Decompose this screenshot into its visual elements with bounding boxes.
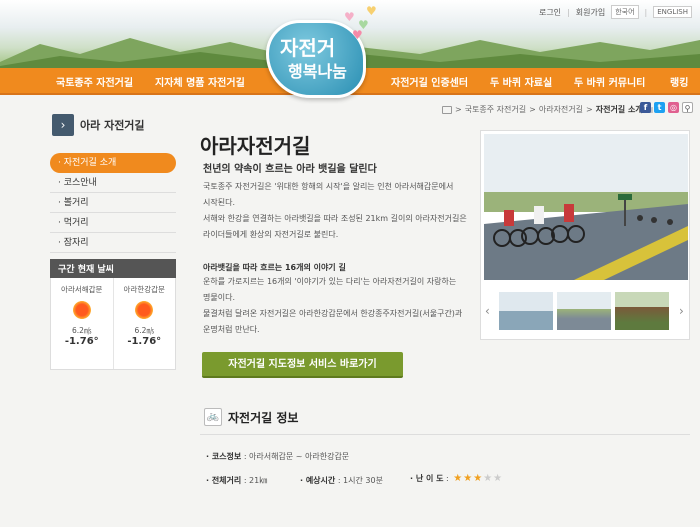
story-paragraph: 운하를 가로지르는 16개의 '이야기가 있는 다리'는 아라자전거길이 자랑하… [203, 277, 463, 334]
page-subtitle: 천년의 약속이 흐르는 아라 뱃길을 달린다 [203, 164, 377, 175]
logo-line-2: 행복나눔 [288, 62, 347, 81]
login-link[interactable]: 로그인 [539, 7, 561, 18]
social-share: f t ◎ ⚲ [640, 102, 693, 113]
intro-paragraph: 국토종주 자전거길은 '위대한 항해의 시작'을 알리는 인천 아라서해갑문에서… [203, 182, 467, 239]
time-info: · 예상시간 : 1시간 30분 [300, 476, 383, 485]
breadcrumb-current: 자전거길 소개 [595, 105, 643, 114]
star-icon: ★ [493, 473, 504, 484]
nav-item-local-route[interactable]: 지자체 명품 자전거길 [155, 74, 245, 89]
nav-item-ranking[interactable]: 랭킹 [670, 74, 688, 89]
breadcrumb: > 국토종주 자전거길 > 아라자전거길 > 자전거길 소개 ▤ [442, 104, 653, 115]
nav-item-national-route[interactable]: 국토종주 자전거길 [56, 74, 133, 89]
sidebar-item-course[interactable]: · 코스안내 [50, 173, 176, 193]
heart-icon: ♥ [344, 10, 355, 24]
thumbnail[interactable] [499, 292, 553, 330]
join-link[interactable]: 회원가입 [576, 7, 605, 18]
star-icon: ★ [463, 473, 474, 484]
sidebar-item-intro[interactable]: · 자전거길 소개 [50, 153, 176, 173]
home-icon[interactable] [442, 105, 452, 114]
bicycle-icon: 🚲 [204, 408, 222, 426]
course-info: · 코스정보 : 아라서해갑문 ~ 아라한강갑문 [206, 452, 350, 461]
chevron-right-icon[interactable]: › [679, 304, 684, 318]
weather-station: 아라서해갑문 6.2㎧ -1.76° [61, 285, 103, 347]
star-icon: ★ [483, 473, 494, 484]
weather-station: 아라한강갑문 6.2㎧ -1.76° [112, 278, 176, 369]
utility-links: 로그인 | 회원가입 한국어 | ENGLISH [539, 5, 692, 19]
distance-info: · 전체거리 : 21㎞ [206, 476, 268, 485]
facebook-icon[interactable]: f [640, 102, 651, 113]
page-title: 아라자전거길 [200, 134, 311, 158]
star-icon: ★ [473, 473, 484, 484]
difficulty-stars: ★★★★★ [453, 473, 503, 484]
lang-en-button[interactable]: ENGLISH [653, 6, 692, 18]
sunny-icon [135, 301, 154, 319]
thumbnail[interactable] [557, 292, 611, 330]
chevron-right-icon: › [52, 114, 74, 136]
star-icon: ★ [453, 473, 464, 484]
search-icon[interactable]: ⚲ [682, 102, 693, 113]
thumbnail[interactable] [615, 292, 669, 330]
nav-item-certification[interactable]: 자전거길 인증센터 [391, 74, 468, 89]
photo-gallery: ‹ › [480, 130, 690, 340]
breadcrumb-level1[interactable]: 국토종주 자전거길 [465, 104, 526, 115]
nav-item-community[interactable]: 두 바퀴 커뮤니티 [574, 74, 645, 89]
divider [200, 434, 690, 435]
sidebar-title: › 아라 자전거길 [52, 114, 145, 136]
cyclists-photo [484, 134, 688, 280]
main-photo [484, 134, 688, 280]
instagram-icon[interactable]: ◎ [668, 102, 679, 113]
sidebar-item-sights[interactable]: · 볼거리 [50, 193, 176, 213]
story-heading: 아라뱃길을 따라 흐르는 16개의 이야기 길 [203, 263, 346, 272]
sidebar-item-food[interactable]: · 먹거리 [50, 213, 176, 233]
info-section-title: 🚲 자전거길 정보 [204, 408, 298, 426]
logo-line-1: 자전거 [280, 36, 336, 60]
heart-icon: ♥ [366, 4, 377, 18]
lang-ko-button[interactable]: 한국어 [611, 5, 639, 19]
map-service-button[interactable]: 자전거길 지도정보 서비스 바로가기 [202, 352, 403, 378]
twitter-icon[interactable]: t [654, 102, 665, 113]
breadcrumb-level2[interactable]: 아라자전거길 [539, 104, 583, 115]
nav-item-library[interactable]: 두 바퀴 자료실 [490, 74, 552, 89]
sunny-icon [72, 301, 91, 319]
weather-widget: 구간 현재 날씨 아라서해갑문 6.2㎧ -1.76° 아라한강갑문 6.2㎧ … [50, 259, 176, 370]
difficulty-info: · 난 이 도 : ★★★★★ [410, 473, 504, 484]
heart-icon: ♥ [352, 28, 363, 42]
site-logo[interactable]: 자전거 행복나눔 ♥ ♥ ♥ ♥ [258, 4, 386, 98]
sidebar-item-lodging[interactable]: · 잠자리 [50, 233, 176, 253]
weather-title: 구간 현재 날씨 [50, 259, 176, 278]
thumbnail-strip: ‹ › [481, 286, 689, 336]
sidebar-menu: · 자전거길 소개 · 코스안내 · 볼거리 · 먹거리 · 잠자리 [50, 153, 176, 253]
chevron-left-icon[interactable]: ‹ [485, 304, 490, 318]
